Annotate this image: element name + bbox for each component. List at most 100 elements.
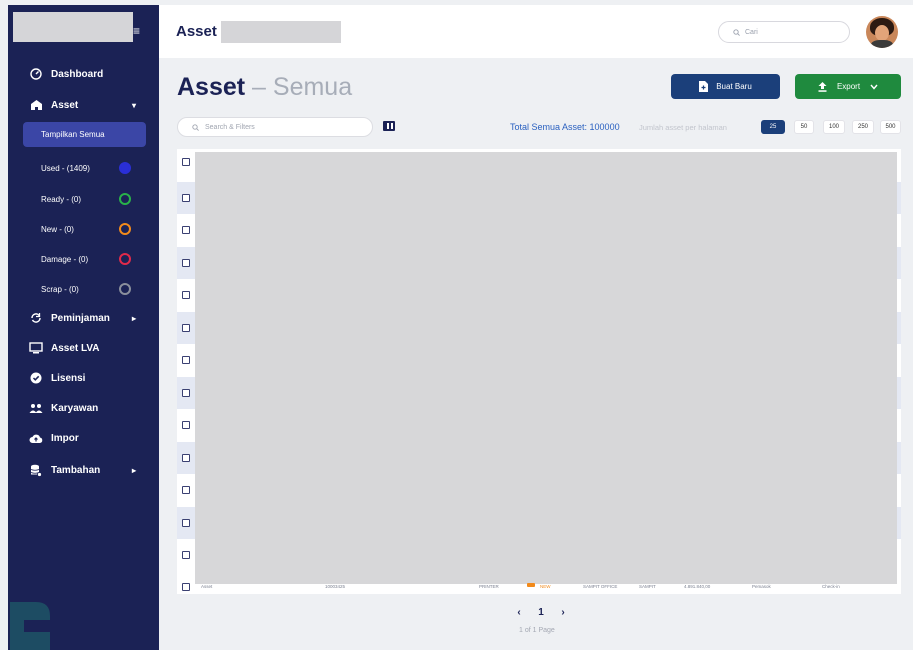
export-label: Export	[836, 82, 861, 91]
menu-toggle-icon[interactable]: ≡	[133, 25, 141, 37]
table-content-redacted	[195, 152, 897, 584]
cell-owner: Pemasok	[752, 584, 771, 589]
prev-page-button[interactable]: ‹	[512, 605, 526, 619]
monitor-icon	[29, 341, 43, 355]
row-checkbox[interactable]	[182, 486, 190, 494]
per-page-option-100[interactable]: 100	[823, 120, 845, 134]
status-dot-used-icon	[119, 162, 131, 174]
check-badge-icon	[29, 371, 43, 385]
sidebar: ≡ Dashboard Asset ▾ Tampilkan Semua Used…	[8, 5, 159, 650]
sidebar-item-label: Impor	[51, 432, 79, 444]
chevron-down-icon: ▾	[131, 100, 136, 110]
sidebar-item-dashboard[interactable]: Dashboard	[8, 63, 159, 85]
table-row-last[interactable]: Asset 10003425 PRINTER NEW SAMPIT OFFICE…	[177, 581, 901, 593]
brand-watermark-icon	[10, 602, 56, 650]
search-icon	[192, 123, 199, 131]
row-checkbox[interactable]	[182, 226, 190, 234]
cell-site: SAMPIT	[639, 584, 656, 589]
cell-action[interactable]: Check-in	[822, 584, 840, 589]
sidebar-subitem-used[interactable]: Used - (1409)	[41, 160, 131, 176]
sidebar-item-label: Karyawan	[51, 402, 99, 414]
create-new-label: Buat Baru	[716, 82, 752, 91]
page-title-main: Asset	[177, 73, 246, 101]
sidebar-subitem-ready[interactable]: Ready - (0)	[41, 191, 131, 207]
sidebar-subitem-tampilkan-semua[interactable]: Tampilkan Semua	[23, 122, 146, 147]
sidebar-item-asset-lva[interactable]: Asset LVA	[8, 337, 159, 359]
status-ring-new-icon	[119, 223, 131, 235]
row-checkbox[interactable]	[182, 356, 190, 364]
per-page-option-500[interactable]: 500	[880, 120, 901, 134]
sidebar-item-label: Tambahan	[51, 464, 101, 476]
cell-type: Asset	[201, 584, 213, 589]
cloud-upload-icon	[29, 431, 43, 445]
row-checkbox[interactable]	[182, 291, 190, 299]
next-page-button[interactable]: ›	[556, 605, 570, 619]
status-color-swatch	[527, 583, 535, 587]
export-button[interactable]: Export	[795, 74, 901, 99]
sidebar-item-karyawan[interactable]: Karyawan	[8, 397, 159, 419]
cell-price: 4.891.840,00	[684, 584, 711, 589]
per-page-option-50[interactable]: 50	[794, 120, 814, 134]
status-ring-ready-icon	[119, 193, 131, 205]
cell-status: NEW	[540, 584, 551, 589]
global-search-input[interactable]: Cari	[718, 21, 850, 43]
row-checkbox[interactable]	[182, 323, 190, 332]
row-checkbox[interactable]	[182, 193, 190, 202]
status-ring-damage-icon	[119, 253, 131, 265]
global-search-placeholder: Cari	[745, 28, 758, 36]
row-checkbox[interactable]	[182, 158, 190, 166]
sidebar-subitem-label: New - (0)	[41, 224, 74, 234]
sidebar-item-tambahan[interactable]: Tambahan ▸	[8, 459, 159, 481]
sidebar-subitem-scrap[interactable]: Scrap - (0)	[41, 281, 131, 297]
row-checkbox[interactable]	[182, 388, 190, 397]
database-icon	[29, 463, 43, 477]
sidebar-subitem-label: Ready - (0)	[41, 194, 82, 204]
sidebar-item-label: Lisensi	[51, 372, 86, 384]
dashboard-icon	[29, 67, 43, 81]
avatar-face	[875, 25, 889, 41]
upload-icon	[818, 81, 827, 92]
cell-category: PRINTER	[479, 584, 499, 589]
total-asset-count: Total Semua Asset: 100000	[510, 122, 620, 132]
chevron-right-icon: ▸	[131, 465, 136, 475]
columns-toggle-icon[interactable]	[383, 121, 395, 131]
search-icon	[733, 28, 740, 36]
sidebar-subitem-label: Used - (1409)	[41, 163, 90, 173]
user-avatar[interactable]	[866, 16, 898, 48]
row-checkbox[interactable]	[182, 421, 190, 429]
sync-icon	[29, 311, 43, 325]
sidebar-subitem-new[interactable]: New - (0)	[41, 221, 131, 237]
cell-location: SAMPIT OFFICE	[583, 584, 618, 589]
chevron-right-icon: ▸	[131, 313, 136, 323]
sidebar-item-impor[interactable]: Impor	[8, 427, 159, 449]
per-page-option-25[interactable]: 25	[761, 120, 785, 134]
cell-code: 10003425	[325, 584, 346, 589]
sidebar-item-label: Dashboard	[51, 68, 104, 80]
page-info: 1 of 1 Page	[519, 627, 555, 634]
sidebar-item-label: Peminjaman	[51, 312, 110, 324]
top-bar-redacted	[221, 21, 341, 43]
status-ring-scrap-icon	[119, 283, 131, 295]
home-icon	[29, 98, 43, 112]
row-checkbox[interactable]	[182, 551, 190, 559]
top-bar-title: Asset	[176, 23, 217, 40]
row-checkbox[interactable]	[182, 258, 190, 267]
row-checkbox[interactable]	[182, 518, 190, 527]
page-number-current[interactable]: 1	[534, 605, 548, 619]
sidebar-item-label: Asset	[51, 99, 79, 111]
search-filter-input[interactable]: Search & Filters	[177, 117, 373, 137]
chevron-down-icon	[870, 84, 878, 90]
per-page-label: Jumlah asset per halaman	[639, 123, 727, 132]
sidebar-item-asset[interactable]: Asset ▾	[8, 94, 159, 116]
sidebar-item-label: Asset LVA	[51, 342, 100, 354]
sidebar-subitem-damage[interactable]: Damage - (0)	[41, 251, 131, 267]
per-page-option-250[interactable]: 250	[852, 120, 874, 134]
page-title: Asset – Semua	[177, 73, 352, 102]
pagination: ‹ 1 ›	[512, 604, 570, 620]
sidebar-item-lisensi[interactable]: Lisensi	[8, 367, 159, 389]
create-new-button[interactable]: Buat Baru	[671, 74, 780, 99]
row-checkbox[interactable]	[182, 453, 190, 462]
file-plus-icon	[699, 81, 709, 92]
sidebar-item-peminjaman[interactable]: Peminjaman ▸	[8, 307, 159, 329]
row-checkbox[interactable]	[182, 583, 190, 591]
